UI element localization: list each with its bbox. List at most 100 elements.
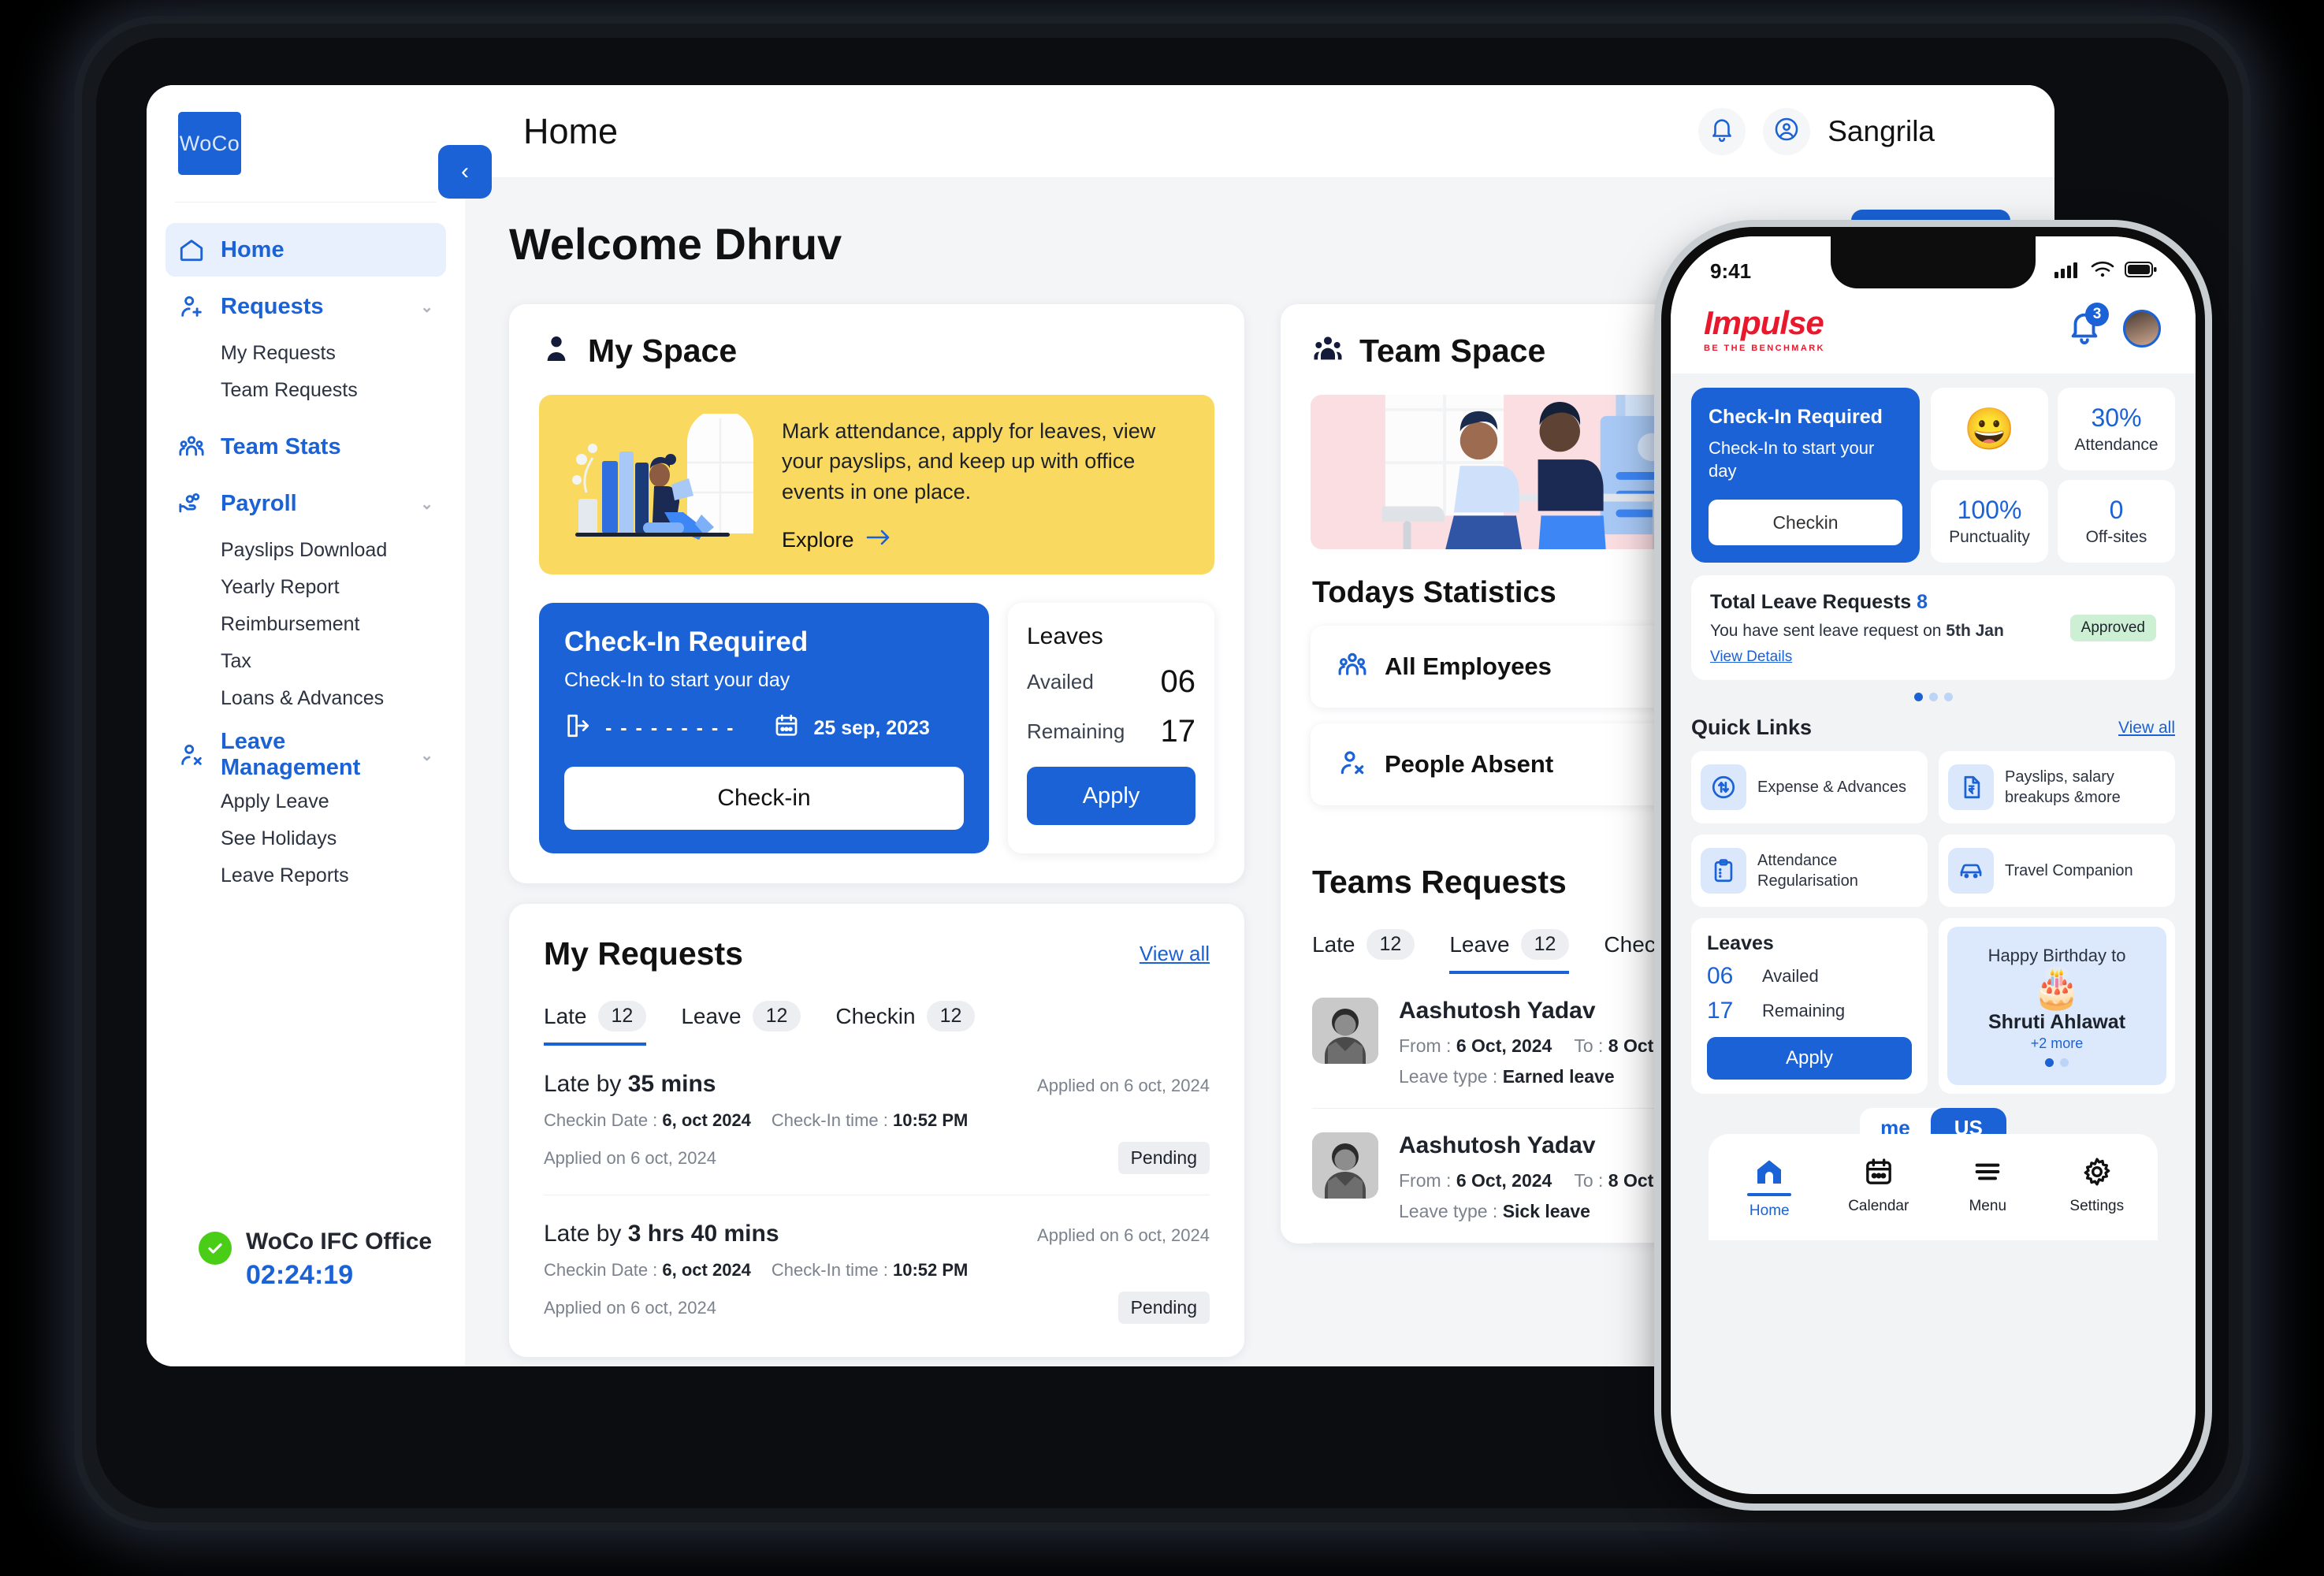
checkin-button[interactable]: Check-in	[564, 767, 964, 830]
carousel-dot[interactable]	[2060, 1057, 2069, 1067]
my-requests-view-all[interactable]: View all	[1140, 942, 1210, 966]
bell-icon	[2066, 313, 2103, 348]
notification-bell-button[interactable]	[1698, 107, 1746, 155]
phone-content: Check-In Required Check-In to start your…	[1671, 374, 2196, 1241]
quick-links-header: Quick Links View all	[1691, 716, 2175, 740]
tab-settings[interactable]: Settings	[2043, 1156, 2152, 1220]
woco-logo[interactable]: WoCo	[178, 112, 241, 175]
checkin-subtitle: Check-In to start your day	[564, 669, 790, 691]
tab-late[interactable]: Late 12	[544, 1001, 647, 1046]
phone-avatar[interactable]	[2123, 310, 2161, 348]
my-space-title: My Space	[588, 333, 738, 369]
menu-icon	[1972, 1156, 2003, 1191]
tab-label: Leave	[681, 1003, 742, 1028]
status-badge: Pending	[1117, 1142, 1210, 1174]
quick-links-view-all[interactable]: View all	[2118, 719, 2175, 738]
avatar	[1312, 998, 1378, 1064]
team-request-name: Aashutosh Yadav	[1399, 1132, 1596, 1158]
status-badge-approved: Approved	[2069, 615, 2156, 642]
tile-punctuality[interactable]: 100% Punctuality	[1931, 480, 2048, 563]
carousel-dot[interactable]	[1928, 693, 1938, 702]
quick-link-attendance-regularisation[interactable]: Attendance Regularisation	[1691, 834, 1928, 908]
team-icon	[1337, 650, 1367, 684]
carousel-dot[interactable]	[1913, 693, 1923, 702]
tab-checkin[interactable]: Checkin 12	[835, 1001, 976, 1046]
user-minus-icon	[1337, 748, 1367, 782]
request-title-prefix: Late by	[544, 1071, 628, 1097]
sidebar-collapse-button[interactable]: ‹	[438, 145, 492, 199]
chevron-down-icon[interactable]: ⌄	[420, 745, 433, 765]
tile-value: 30%	[2091, 403, 2142, 433]
team-icon	[178, 433, 205, 460]
sidebar-subitem-yearly-report[interactable]: Yearly Report	[165, 569, 446, 606]
chevron-left-icon: ‹	[461, 158, 469, 184]
chevron-down-icon[interactable]: ⌄	[420, 297, 433, 317]
logout-arrow-icon	[564, 712, 591, 745]
carousel-dot[interactable]	[1943, 693, 1953, 702]
wifi-icon	[2090, 260, 2115, 283]
sidebar-item-team-stats[interactable]: Team Stats	[165, 420, 446, 474]
team-tab-late[interactable]: Late 12	[1312, 929, 1415, 974]
phone-apply-button[interactable]: Apply	[1707, 1037, 1912, 1080]
team-tab-leave[interactable]: Leave 12	[1449, 929, 1570, 974]
tab-label: Home	[1749, 1202, 1790, 1220]
tab-label: Settings	[2069, 1198, 2125, 1215]
birthday-cake-icon: 🎂	[2032, 966, 2082, 1011]
sidebar-subitem-see-holidays[interactable]: See Holidays	[165, 820, 446, 857]
sidebar-item-leave-management[interactable]: Leave Management ⌄	[165, 728, 446, 782]
sidebar-subitem-team-requests[interactable]: Team Requests	[165, 372, 446, 409]
topbar: Home Sangrila	[465, 85, 2054, 178]
clipboard-icon	[1701, 848, 1746, 894]
nav-group-payroll: Payroll ⌄ Payslips Download Yearly Repor…	[165, 477, 446, 725]
sidebar-subitem-payslips-download[interactable]: Payslips Download	[165, 532, 446, 569]
welcome-heading: Welcome Dhruv	[509, 218, 842, 269]
view-details-link[interactable]: View Details	[1710, 649, 1792, 666]
logo-wrap: WoCo	[147, 85, 465, 175]
apply-leave-button[interactable]: Apply	[1027, 767, 1195, 825]
request-row-top: Late by 35 mins Applied on 6 oct, 2024	[544, 1071, 1210, 1098]
sidebar-item-home[interactable]: Home	[165, 223, 446, 277]
leaves-availed-row: Availed 06	[1027, 664, 1195, 700]
battery-icon	[2125, 261, 2158, 282]
chevron-down-icon[interactable]: ⌄	[420, 494, 433, 514]
calendar-icon	[773, 712, 800, 745]
sidebar-subitem-loans-advances[interactable]: Loans & Advances	[165, 680, 446, 717]
tile-offsites[interactable]: 0 Off-sites	[2058, 480, 2175, 563]
carousel-dot[interactable]	[2045, 1057, 2054, 1067]
tile-mood[interactable]: 😀	[1931, 388, 2048, 471]
tab-home[interactable]: Home	[1715, 1156, 1824, 1220]
avatar	[1312, 1132, 1378, 1199]
quick-link-payslips[interactable]: Payslips, salary breakups &more	[1939, 751, 2175, 824]
birthday-more[interactable]: +2 more	[2031, 1035, 2084, 1052]
sidebar-subitem-leave-reports[interactable]: Leave Reports	[165, 857, 446, 894]
leaves-availed-value: 06	[1160, 664, 1196, 699]
sidebar-subitem-tax[interactable]: Tax	[165, 643, 446, 680]
sidebar-item-payroll[interactable]: Payroll ⌄	[165, 477, 446, 530]
sidebar-item-label: Requests	[221, 293, 324, 319]
request-title-value: 35 mins	[627, 1071, 716, 1097]
phone-leaves-remaining-value: 17	[1707, 998, 1734, 1024]
phone-notification-button[interactable]: 3	[2066, 302, 2109, 349]
request-row[interactable]: Late by 35 mins Applied on 6 oct, 2024 C…	[544, 1046, 1210, 1195]
birthday-carousel-dots	[2045, 1057, 2069, 1067]
sidebar-subitem-reimbursement[interactable]: Reimbursement	[165, 606, 446, 643]
home-icon	[178, 236, 205, 263]
page-title: Home	[523, 110, 619, 151]
tab-count: 12	[1366, 929, 1415, 960]
phone-leave-requests-card: Total Leave Requests 8 You have sent lea…	[1691, 575, 2175, 681]
tab-leave[interactable]: Leave 12	[681, 1001, 801, 1046]
sidebar-subitem-my-requests[interactable]: My Requests	[165, 335, 446, 372]
sidebar-subitem-apply-leave[interactable]: Apply Leave	[165, 783, 446, 820]
tile-attendance[interactable]: 30% Attendance	[2058, 388, 2175, 471]
request-row[interactable]: Late by 3 hrs 40 mins Applied on 6 oct, …	[544, 1195, 1210, 1344]
quick-link-travel-companion[interactable]: Travel Companion	[1939, 834, 2175, 908]
user-avatar-button[interactable]	[1763, 107, 1811, 155]
sidebar-item-requests[interactable]: Requests ⌄	[165, 280, 446, 333]
phone-checkin-button[interactable]: Checkin	[1709, 500, 1902, 546]
nav-group-home: Home	[165, 223, 446, 277]
tab-calendar[interactable]: Calendar	[1824, 1156, 1934, 1220]
quick-link-expense-advances[interactable]: Expense & Advances	[1691, 751, 1928, 824]
tab-menu[interactable]: Menu	[1933, 1156, 2043, 1220]
explore-link[interactable]: Explore	[782, 527, 1188, 553]
team-request-type: Leave type : Sick leave	[1399, 1201, 1590, 1221]
